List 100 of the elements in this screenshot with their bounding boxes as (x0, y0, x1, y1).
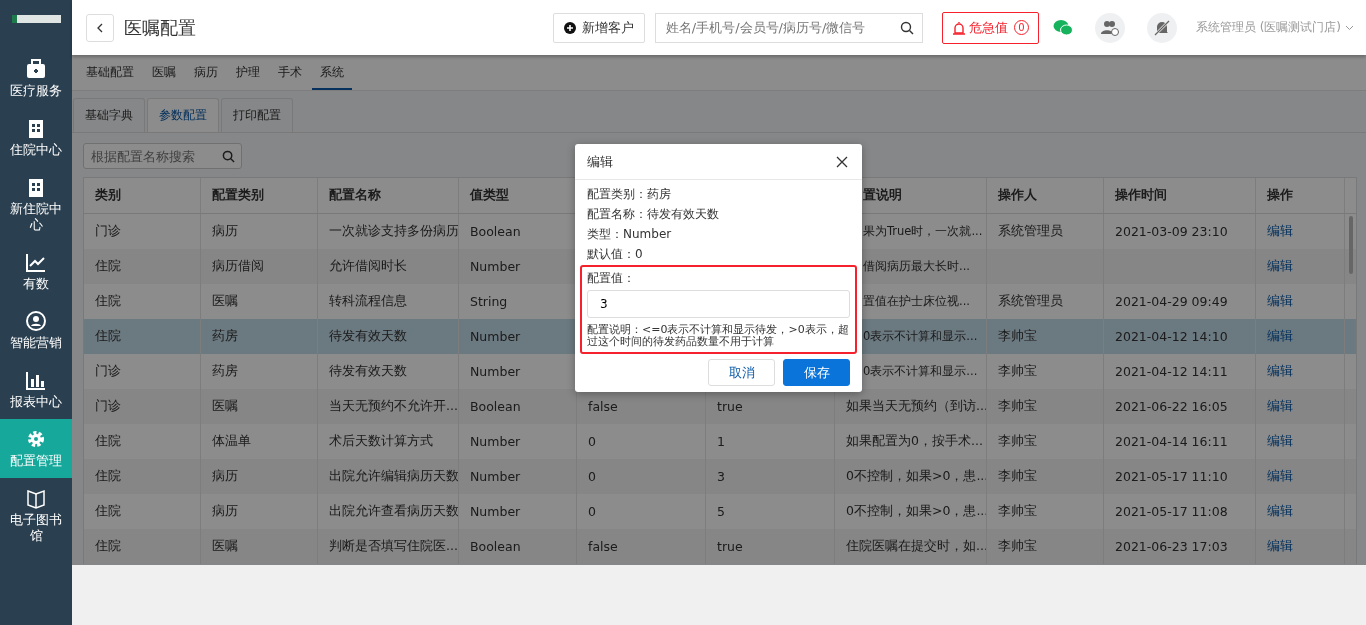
add-customer-button[interactable]: 新增客户 (552, 12, 645, 43)
table-cell: 门诊 (95, 223, 121, 240)
table-cell: 借阅病历最大长时... (863, 259, 970, 274)
sidebar-item[interactable]: 医疗服务 (0, 49, 72, 108)
edit-link[interactable]: 编辑 (1267, 468, 1293, 485)
table-cell: 待发有效天数 (329, 363, 407, 380)
column-header: 操作人 (998, 187, 1037, 204)
tab[interactable]: 医嘱 (144, 55, 184, 90)
table-cell: 如果配置为0，按手术... (846, 433, 983, 450)
edit-link[interactable]: 编辑 (1267, 538, 1293, 555)
table-cell: 2021-04-29 09:49 (1115, 294, 1228, 309)
page-title: 医嘱配置 (124, 15, 196, 40)
person-circle-icon (25, 310, 47, 332)
chat-bubbles-icon[interactable] (1052, 19, 1073, 36)
edit-link[interactable]: 编辑 (1267, 433, 1293, 450)
table-cell: 住院 (95, 468, 121, 485)
table-row[interactable]: 住院 病历 出院允许编辑病历天数 Number 0 3 0不控制，如果>0，患... 李帅宝 2021-05-17 11:10 编辑 (84, 459, 1356, 494)
caret-icon (1345, 24, 1354, 31)
alarm-icon (951, 20, 966, 35)
table-cell: 病历 (212, 468, 238, 485)
table-cell: 体温单 (212, 433, 251, 450)
info-text: 配置名称：待发有效天数 (587, 206, 720, 223)
config-search-field[interactable]: 根据配置名称搜索 (83, 143, 242, 169)
edit-link[interactable]: 编辑 (1267, 328, 1293, 345)
sidebar-item[interactable]: 住院中心 (0, 108, 72, 167)
table-cell: 一次就诊支持多份病历 (329, 223, 458, 240)
book-icon (25, 487, 47, 509)
table-row[interactable]: 住院 医嘱 判断是否填写住院医... Boolean false true 住院医嘱在提交时，如... 李帅宝 2021-06-23 17:03 编辑 (84, 529, 1356, 564)
table-cell: 李帅宝 (998, 363, 1037, 380)
edit-link[interactable]: 编辑 (1267, 398, 1293, 415)
sidebar-item[interactable]: 电子图书馆 (0, 478, 72, 553)
column-header: 类别 (95, 187, 121, 204)
table-cell: 0 (588, 434, 596, 449)
save-button[interactable]: 保存 (783, 359, 850, 386)
table-cell: 0表示不计算和显示... (863, 364, 978, 379)
table-cell: false (588, 399, 618, 414)
sidebar-item[interactable]: 智能营销 (0, 301, 72, 360)
table-cell: 住院 (95, 293, 121, 310)
table-cell: 系统管理员 (998, 223, 1063, 240)
sidebar-item[interactable]: 报表中心 (0, 360, 72, 419)
sidebar-item[interactable]: 有数 (0, 242, 72, 301)
tab[interactable]: 手术 (270, 55, 310, 90)
logo-image (11, 15, 61, 23)
table-cell: 门诊 (95, 398, 121, 415)
field-label: 配置值： (587, 270, 636, 287)
table-cell: 0 (588, 469, 596, 484)
table-row[interactable]: 门诊 医嘱 当天无预约不允许开... Boolean false true 如果当天无预约（到访... 李帅宝 2021-06-22 16:05 编辑 (84, 389, 1356, 424)
config-value-field[interactable]: 3 (587, 290, 850, 318)
tab[interactable]: 病历 (186, 55, 226, 90)
table-cell: Boolean (470, 224, 521, 239)
table-cell: 2021-05-17 11:10 (1115, 469, 1228, 484)
table-cell: String (470, 294, 508, 309)
sidebar-item[interactable]: 配置管理 (0, 419, 72, 478)
sub-tab[interactable]: 基础字典 (73, 98, 145, 132)
table-cell: Number (470, 329, 521, 344)
critical-value-button[interactable]: 危急值 0 (941, 11, 1039, 44)
table-cell: 置值在护士床位视... (863, 294, 970, 309)
user-menu[interactable]: 系统管理员 (医嘱测试门店) (1195, 19, 1354, 36)
tab[interactable]: 基础配置 (78, 55, 142, 90)
table-cell: 门诊 (95, 363, 121, 380)
edit-link[interactable]: 编辑 (1267, 258, 1293, 275)
tab[interactable]: 系统 (312, 55, 352, 90)
sub-tab[interactable]: 打印配置 (221, 98, 293, 132)
info-text: 默认值：0 (587, 246, 644, 263)
muted-bell-icon[interactable] (1146, 12, 1177, 43)
edit-link[interactable]: 编辑 (1267, 293, 1293, 310)
table-cell: 0表示不计算和显示... (863, 329, 978, 344)
edit-link[interactable]: 编辑 (1267, 363, 1293, 380)
search-icon (222, 150, 235, 163)
sidebar-item[interactable]: 新住院中心 (0, 167, 72, 242)
edit-link[interactable]: 编辑 (1267, 223, 1293, 240)
table-cell: 允许借阅时长 (329, 258, 407, 275)
search-field[interactable]: 姓名/手机号/会员号/病历号/微信号 (654, 12, 923, 43)
column-header: 配置类别 (212, 187, 264, 204)
edit-link[interactable]: 编辑 (1267, 503, 1293, 520)
table-cell: 住院 (95, 503, 121, 520)
table-cell: 李帅宝 (998, 398, 1037, 415)
table-cell: 当天无预约不允许开... (329, 398, 458, 415)
scrollbar[interactable] (1349, 216, 1353, 274)
table-cell: 住院医嘱在提交时，如... (846, 538, 986, 555)
table-cell: Boolean (470, 399, 521, 414)
sub-tab[interactable]: 参数配置 (147, 98, 219, 132)
table-cell: 李帅宝 (998, 433, 1037, 450)
cancel-button[interactable]: 取消 (708, 359, 775, 386)
table-cell: 住院 (95, 538, 121, 555)
close-icon[interactable] (836, 155, 848, 168)
table-cell: 病历借阅 (212, 258, 264, 275)
table-cell: 李帅宝 (998, 468, 1037, 485)
table-cell: 住院 (95, 258, 121, 275)
users-clock-icon[interactable] (1094, 12, 1125, 43)
table-cell: true (717, 399, 743, 414)
tab[interactable]: 护理 (228, 55, 268, 90)
table-cell: Number (470, 434, 521, 449)
table-cell: 医嘱 (212, 538, 238, 555)
table-cell: Number (470, 259, 521, 274)
table-cell: 药房 (212, 363, 238, 380)
settings-icon (25, 428, 47, 450)
table-cell: 李帅宝 (998, 503, 1037, 520)
table-cell: Number (470, 469, 521, 484)
table-cell: 果为True时，一次就... (863, 224, 983, 239)
